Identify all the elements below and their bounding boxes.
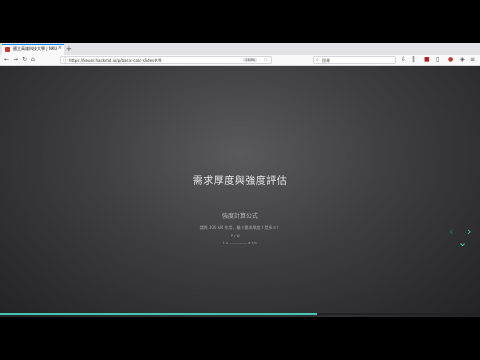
menu-icon[interactable]: ≡ <box>470 56 475 64</box>
new-tab-button[interactable]: + <box>66 44 72 54</box>
downloads-icon[interactable]: ⇩ <box>401 56 406 64</box>
slide-title: 需求厚度與強度評估 <box>192 176 288 187</box>
presentation-slide: 需求厚度與強度評估 強度計算公式 請問 300 kN 作用，最小需求厚度 t 是… <box>0 66 480 317</box>
slide-progress-fill <box>0 313 317 315</box>
bookmark-star-icon[interactable]: ☆ <box>264 57 268 63</box>
browser-tab[interactable]: 國立高雄科技大學 | NKUST Sli × <box>2 44 64 55</box>
down-slide-arrow-icon[interactable]: ⌄ <box>458 237 467 248</box>
slide-progress-bar <box>0 313 480 315</box>
addon-icon[interactable]: ● <box>448 56 453 64</box>
previous-slide-arrow-icon[interactable]: ‹ <box>449 226 453 237</box>
reload-icon[interactable]: ↻ <box>22 56 27 64</box>
url-text[interactable]: https://keuer.hackmd.io/p/basic-calc-sli… <box>69 58 161 63</box>
search-input[interactable]: 搜尋 <box>322 58 330 64</box>
navigation-toolbar: ← → ↻ ⌂ ⓘ https://keuer.hackmd.io/p/basi… <box>0 55 480 66</box>
next-slide-arrow-icon[interactable]: › <box>467 226 471 237</box>
search-bar[interactable]: ⌕ 搜尋 <box>313 56 396 64</box>
library-icon[interactable]: ‖ <box>412 56 415 64</box>
back-icon[interactable]: ← <box>4 56 9 64</box>
sidebar-icon[interactable]: ▯ <box>436 56 439 64</box>
tab-bar: 國立高雄科技大學 | NKUST Sli × + <box>0 43 480 55</box>
strength-formula: P / W t ≥ ————— σ·τ/n <box>223 234 263 248</box>
close-tab-icon[interactable]: × <box>58 45 62 51</box>
extension-icon[interactable]: ■ <box>424 56 430 64</box>
browser-window: 國立高雄科技大學 | NKUST Sli × + ← → ↻ ⌂ ⓘ https… <box>0 43 480 317</box>
addon-2-icon[interactable]: ◈ <box>460 56 465 64</box>
address-bar[interactable]: ⓘ https://keuer.hackmd.io/p/basic-calc-s… <box>60 56 272 64</box>
formula-denominator: t ≥ ————— σ·τ/n <box>223 241 257 245</box>
tab-title: 國立高雄科技大學 | NKUST Sli <box>13 46 57 51</box>
site-favicon-icon <box>5 47 10 52</box>
zoom-level-badge[interactable]: 110% <box>242 58 257 62</box>
slide-subtitle: 強度計算公式 <box>221 213 258 220</box>
search-icon: ⌕ <box>316 57 319 63</box>
forward-icon[interactable]: → <box>13 56 18 64</box>
site-info-icon[interactable]: ⓘ <box>63 57 68 64</box>
formula-numerator: P / W <box>231 234 240 238</box>
home-icon[interactable]: ⌂ <box>31 56 35 64</box>
slide-question: 請問 300 kN 作用，最小需求厚度 t 是多少？ <box>199 225 281 230</box>
